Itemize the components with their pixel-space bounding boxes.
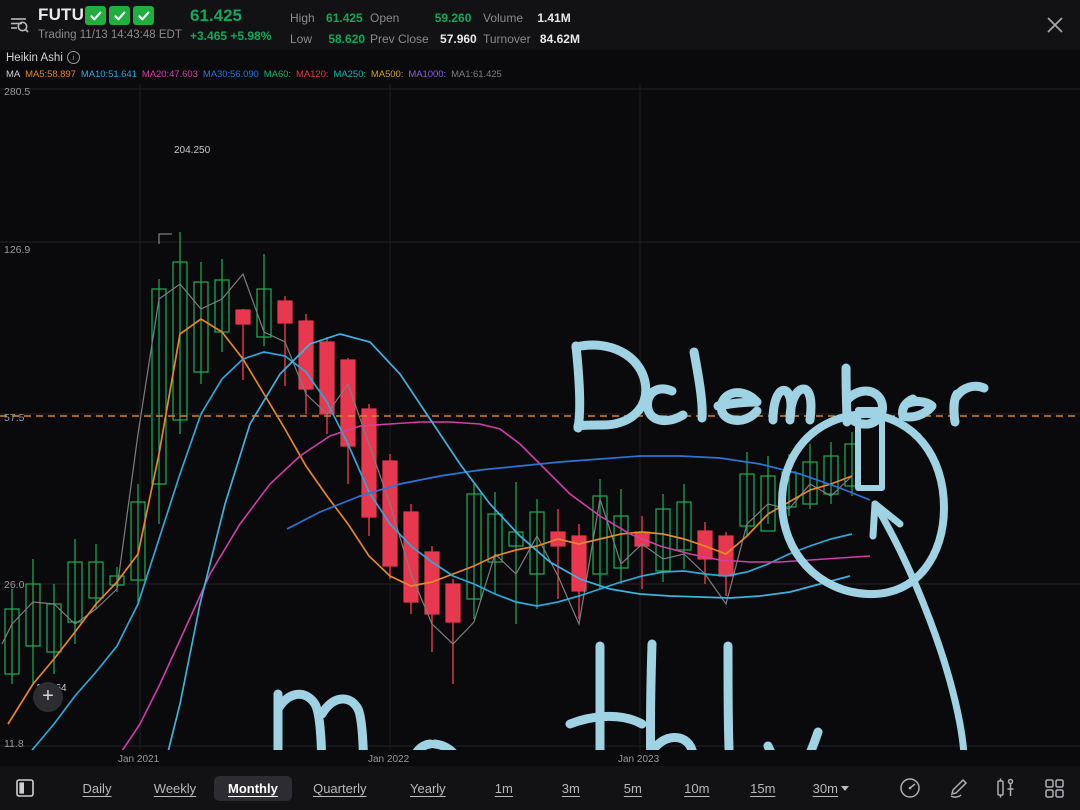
info-circle-icon[interactable]: i bbox=[66, 51, 80, 64]
quote-low: Low 58.620 bbox=[290, 32, 365, 46]
ma-legend-item[interactable]: MA500: bbox=[371, 69, 404, 80]
quote-header: FUTU Trading 11/13 14:43:48 EDT 61.425 +… bbox=[0, 0, 1080, 50]
x-tick-jan-2023: Jan 2023 bbox=[618, 754, 660, 765]
quote-prev-close: Prev Close 57.960 bbox=[370, 32, 477, 46]
high-price-label: 204.250 bbox=[174, 145, 211, 156]
ma-legend-item[interactable]: MA120: bbox=[296, 69, 329, 80]
handwriting-arrow bbox=[869, 500, 968, 750]
quote-label: Prev Close bbox=[370, 32, 429, 46]
quote-high: High 61.425 bbox=[290, 11, 363, 25]
gauge-icon[interactable] bbox=[898, 776, 922, 800]
quote-label: High bbox=[290, 11, 315, 25]
tab-10m[interactable]: 10m bbox=[664, 776, 730, 801]
tab-5m[interactable]: 5m bbox=[602, 776, 664, 801]
grid-apps-icon[interactable] bbox=[1042, 776, 1066, 800]
y-tick-11: 11.8 bbox=[4, 738, 24, 750]
indicator-name-row[interactable]: Heikin Ashi i bbox=[6, 51, 80, 64]
quote-turnover: Turnover 84.62M bbox=[483, 32, 580, 46]
ma-legend-item[interactable]: MA20:47.603 bbox=[142, 69, 198, 80]
ma-legend-item[interactable]: MA250: bbox=[333, 69, 366, 80]
trading-status: Trading 11/13 14:43:48 EDT bbox=[38, 29, 182, 41]
ma-legend-item[interactable]: MA5:58.897 bbox=[25, 69, 76, 80]
price-change: +3.465 +5.98% bbox=[190, 29, 271, 43]
ma-legend-item[interactable]: MA1:61.425 bbox=[451, 69, 502, 80]
price-chart[interactable]: 280.5 126.9 57.5 26.0 11.8 204.250 16.16… bbox=[0, 84, 1080, 765]
y-tick-26: 26.0 bbox=[4, 579, 25, 591]
tab-monthly[interactable]: Monthly bbox=[214, 775, 292, 801]
change-percent: +5.98% bbox=[230, 29, 272, 43]
ma-legend-item[interactable]: MA10:51.641 bbox=[81, 69, 137, 80]
quote-label: Open bbox=[370, 11, 400, 25]
quote-label: Low bbox=[290, 32, 313, 46]
tab-30m-group[interactable]: 30m bbox=[796, 776, 866, 801]
x-tick-jan-2021: Jan 2021 bbox=[118, 754, 160, 765]
quote-value: 84.62M bbox=[539, 32, 580, 46]
quote-value: 61.425 bbox=[326, 11, 363, 25]
tab-yearly[interactable]: Yearly bbox=[388, 776, 468, 801]
pen-highlighter-icon[interactable] bbox=[946, 776, 970, 800]
candlestick-series bbox=[4, 232, 860, 684]
ma-legend-item[interactable]: MA30:56.090 bbox=[203, 69, 259, 80]
quote-value: 59.260 bbox=[434, 11, 472, 25]
chevron-down-icon[interactable] bbox=[840, 785, 849, 791]
tab-3m[interactable]: 3m bbox=[540, 776, 602, 801]
y-tick-126: 126.9 bbox=[4, 244, 31, 256]
quote-value: 1.41M bbox=[537, 11, 571, 25]
close-icon[interactable] bbox=[1040, 10, 1070, 40]
symbol-name[interactable]: FUTU bbox=[38, 5, 84, 25]
y-tick-280: 280.5 bbox=[4, 86, 31, 98]
tab-30m[interactable]: 30m bbox=[813, 776, 838, 801]
ma-legend-item[interactable]: MA1000: bbox=[408, 69, 446, 80]
quote-value: 58.620 bbox=[328, 32, 366, 46]
list-search-icon[interactable] bbox=[5, 10, 33, 38]
ma-legend: MA MA5:58.897 MA10:51.641 MA20:47.603 MA30:5… bbox=[6, 69, 507, 80]
check-badge-icon bbox=[133, 6, 154, 25]
quote-value: 57.960 bbox=[440, 32, 477, 46]
check-badge-icon bbox=[85, 6, 106, 25]
check-badge-icon bbox=[109, 6, 130, 25]
quote-volume: Volume 1.41M bbox=[483, 11, 571, 25]
tab-15m[interactable]: 15m bbox=[730, 776, 796, 801]
change-absolute: +3.465 bbox=[190, 29, 228, 43]
quote-open: Open 59.260 bbox=[370, 11, 471, 25]
chart-canvas bbox=[0, 84, 1080, 750]
tab-quarterly[interactable]: Quarterly bbox=[292, 776, 388, 801]
tab-1m[interactable]: 1m bbox=[468, 776, 540, 801]
quote-label: Volume bbox=[483, 11, 524, 25]
chart-tools bbox=[898, 776, 1066, 800]
quote-label: Turnover bbox=[483, 32, 531, 46]
tab-daily[interactable]: Daily bbox=[58, 776, 136, 801]
ma-prefix: MA bbox=[6, 69, 21, 80]
timeframe-tabs: Daily Weekly Monthly Quarterly Yearly 1m… bbox=[58, 775, 866, 801]
indicator-settings-icon[interactable] bbox=[994, 776, 1018, 800]
indicator-label: Heikin Ashi bbox=[6, 51, 63, 64]
y-tick-57: 57.5 bbox=[4, 412, 25, 424]
split-panel-icon[interactable] bbox=[14, 777, 36, 799]
x-tick-jan-2022: Jan 2022 bbox=[368, 754, 410, 765]
chart-app-window: FUTU Trading 11/13 14:43:48 EDT 61.425 +… bbox=[0, 0, 1080, 810]
verified-badges bbox=[85, 6, 154, 25]
handwriting-monthly bbox=[273, 639, 823, 750]
add-indicator-button[interactable]: + bbox=[33, 682, 63, 712]
ma-legend-item[interactable]: MA60: bbox=[264, 69, 291, 80]
bottom-toolbar: Daily Weekly Monthly Quarterly Yearly 1m… bbox=[0, 766, 1080, 810]
last-price: 61.425 bbox=[190, 6, 242, 25]
tab-weekly[interactable]: Weekly bbox=[136, 776, 214, 801]
